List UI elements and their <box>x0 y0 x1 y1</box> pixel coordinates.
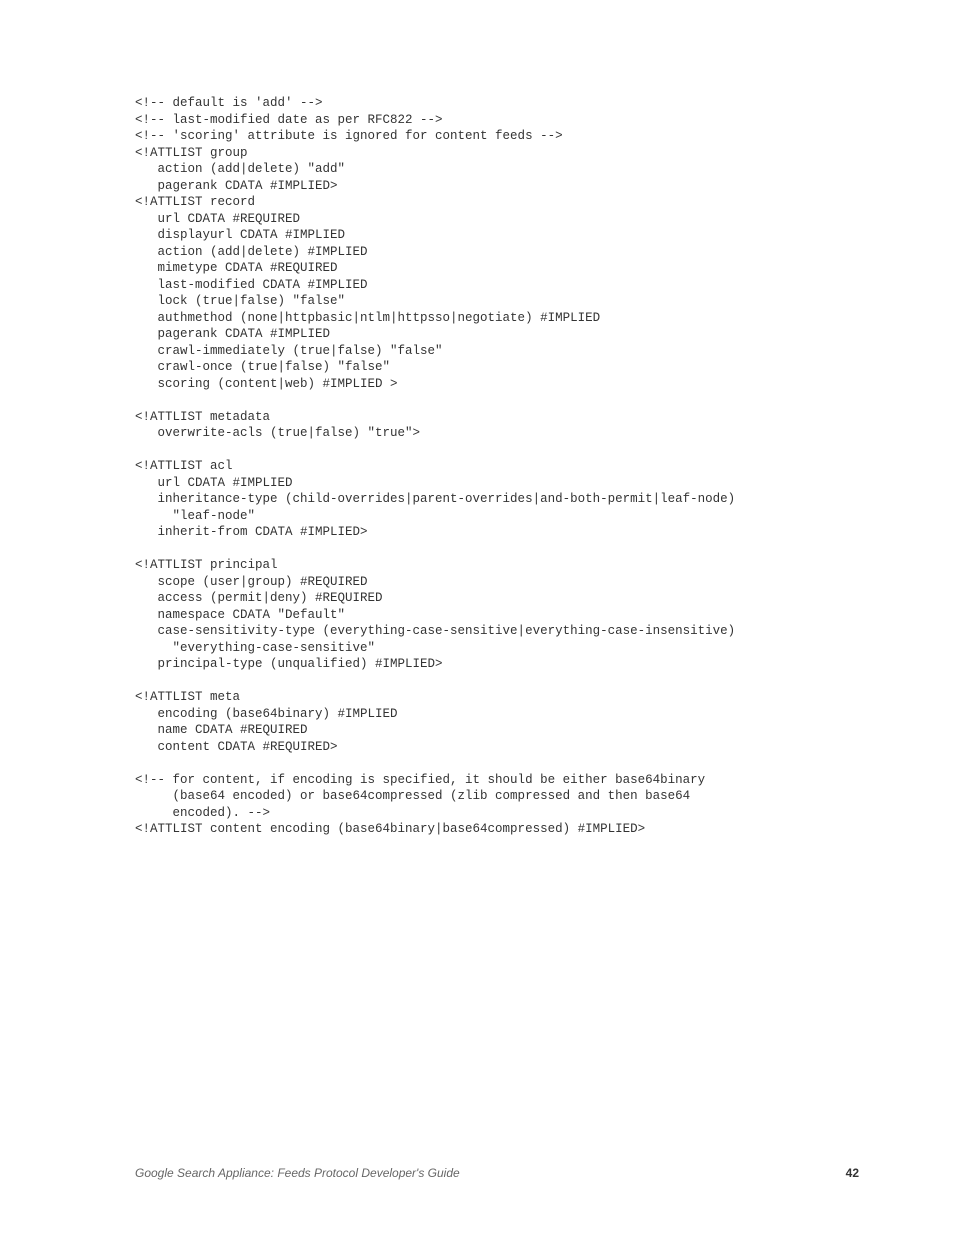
footer-doc-title: Google Search Appliance: Feeds Protocol … <box>135 1166 460 1180</box>
page-footer: Google Search Appliance: Feeds Protocol … <box>135 1166 859 1180</box>
dtd-code-block: <!-- default is 'add' --> <!-- last-modi… <box>135 95 820 838</box>
code-content: <!-- default is 'add' --> <!-- last-modi… <box>0 0 820 838</box>
footer-page-number: 42 <box>846 1166 859 1180</box>
